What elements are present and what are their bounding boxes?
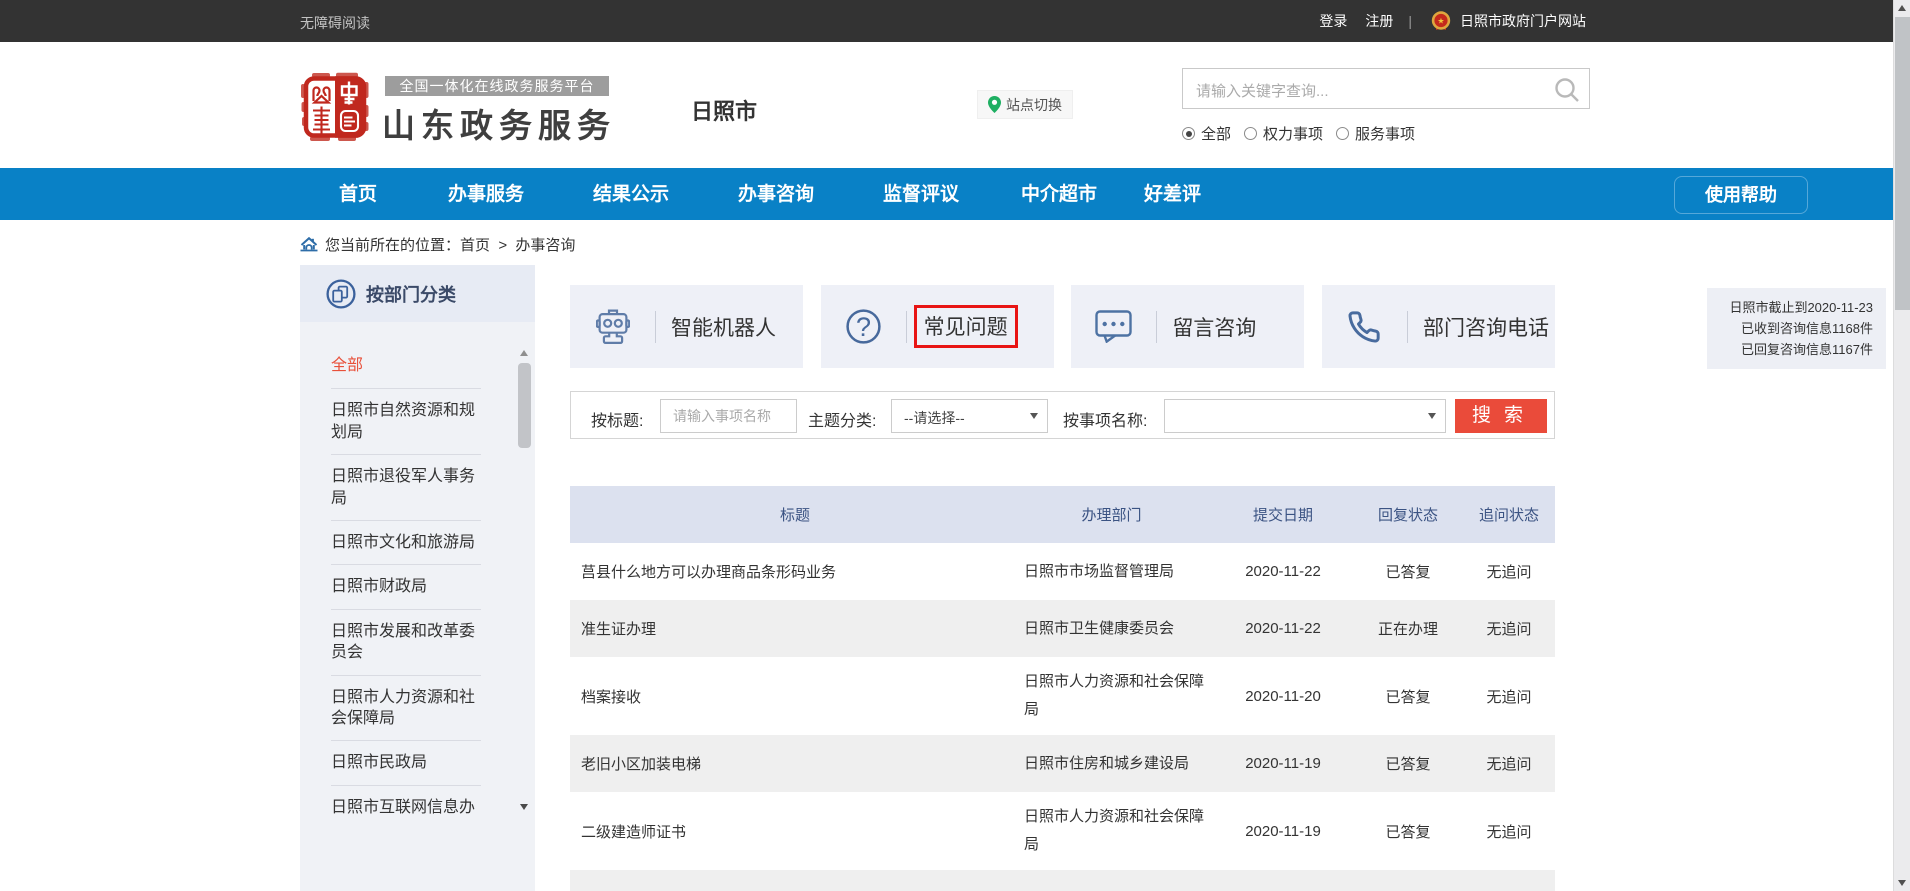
svg-text:?: ? (856, 312, 871, 342)
svg-text:★: ★ (1437, 16, 1444, 25)
